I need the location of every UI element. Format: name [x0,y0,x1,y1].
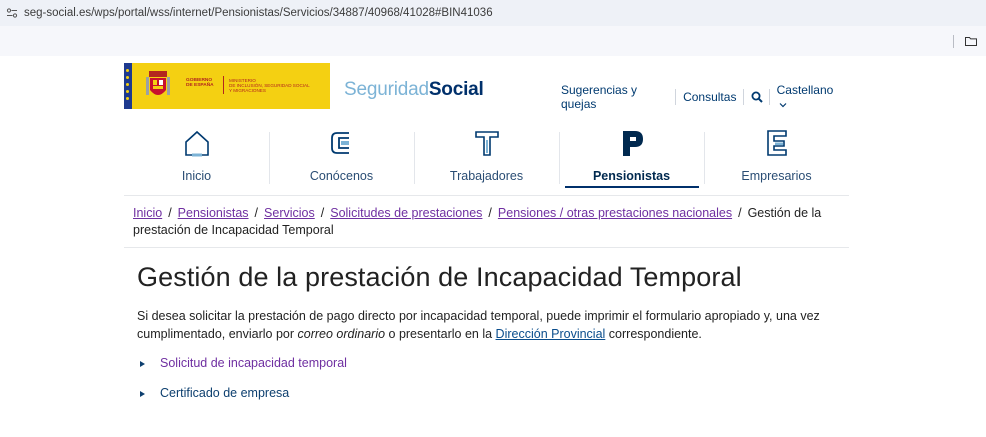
c-letter-icon [331,132,349,154]
seguridad-social-logo[interactable]: SeguridadSocial [344,79,484,101]
breadcrumb-divider [124,247,849,248]
intro-emphasis: correo ordinario [297,327,386,341]
url-text[interactable]: seg-social.es/wps/portal/wss/internet/Pe… [24,7,493,19]
eu-flag-icon [124,63,132,109]
documents-list: Solicitud de incapacidad temporal Certif… [140,356,840,416]
toolbar-separator [953,35,954,48]
active-tab-indicator [565,186,699,188]
nav-tab-pensionistas[interactable]: Pensionistas [559,124,704,188]
nav-tab-empresarios[interactable]: Empresarios [704,124,849,188]
caret-right-icon [140,361,146,367]
direccion-provincial-link[interactable]: Dirección Provincial [496,327,606,341]
language-label: Castellano [776,83,834,97]
breadcrumb-link-inicio[interactable]: Inicio [133,206,162,220]
breadcrumb-separator: / [738,206,742,220]
breadcrumb-link-pensionistas[interactable]: Pensionistas [178,206,249,220]
search-icon[interactable] [744,89,768,105]
breadcrumb-separator: / [488,206,492,220]
ministerio-text: MINISTERIO DE INCLUSIÓN, SEGURIDAD SOCIA… [229,78,310,93]
nav-tab-inicio[interactable]: Inicio [124,124,269,188]
gobierno-text: GOBIERNO DE ESPAÑA [186,78,214,88]
e-letter-icon [767,130,787,156]
bookmarks-bar [0,26,986,56]
nav-tab-conocenos[interactable]: Conócenos [269,124,414,188]
intro-text: o presentarlo en la [385,327,496,341]
nav-label: Trabajadores [449,169,524,183]
solicitud-incapacidad-link[interactable]: Solicitud de incapacidad temporal [160,356,347,370]
house-icon [185,130,209,157]
breadcrumb: Inicio / Pensionistas / Servicios / Solicitude… [133,205,838,239]
nav-label: Empresarios [741,169,812,183]
site-header: GOBIERNO DE ESPAÑA MINISTERIO DE INCLUSI… [124,60,849,111]
nav-label: Conócenos [309,169,374,183]
language-selector[interactable]: Castellano [770,83,849,111]
nav-label: Inicio [181,169,212,183]
breadcrumb-separator: / [254,206,259,220]
folder-icon[interactable] [964,34,978,48]
breadcrumb-link-servicios[interactable]: Servicios [264,206,315,220]
breadcrumb-separator: / [320,206,325,220]
list-item: Solicitud de incapacidad temporal [140,356,840,386]
address-bar[interactable]: seg-social.es/wps/portal/wss/internet/Pe… [0,0,986,26]
intro-paragraph: Si desea solicitar la prestación de pago… [137,307,842,343]
caret-right-icon [140,391,146,397]
main-nav: Inicio Conócenos Trabajadores Pensionist… [124,124,849,192]
t-letter-icon [475,131,499,156]
logo-divider [223,76,224,94]
certificado-empresa-link[interactable]: Certificado de empresa [160,386,289,400]
coat-of-arms-icon [146,71,170,95]
p-letter-icon [623,131,643,156]
consultas-link[interactable]: Consultas [676,90,743,104]
site-settings-icon[interactable] [6,7,18,19]
nav-divider-line [124,195,849,196]
chevron-down-icon [779,103,787,108]
sugerencias-link[interactable]: Sugerencias y quejas [554,83,675,111]
nav-tab-trabajadores[interactable]: Trabajadores [414,124,559,188]
intro-text: correspondiente. [605,327,702,341]
utility-nav: Sugerencias y quejas Consultas Castellan… [554,83,849,111]
gobierno-logo[interactable]: GOBIERNO DE ESPAÑA MINISTERIO DE INCLUSI… [124,63,330,109]
nav-label: Pensionistas [592,169,671,183]
list-item: Certificado de empresa [140,386,840,416]
breadcrumb-link-solicitudes[interactable]: Solicitudes de prestaciones [330,206,482,220]
breadcrumb-separator: / [168,206,172,220]
page-title: Gestión de la prestación de Incapacidad … [137,262,742,292]
breadcrumb-link-pensiones[interactable]: Pensiones / otras prestaciones nacionale… [498,206,732,220]
